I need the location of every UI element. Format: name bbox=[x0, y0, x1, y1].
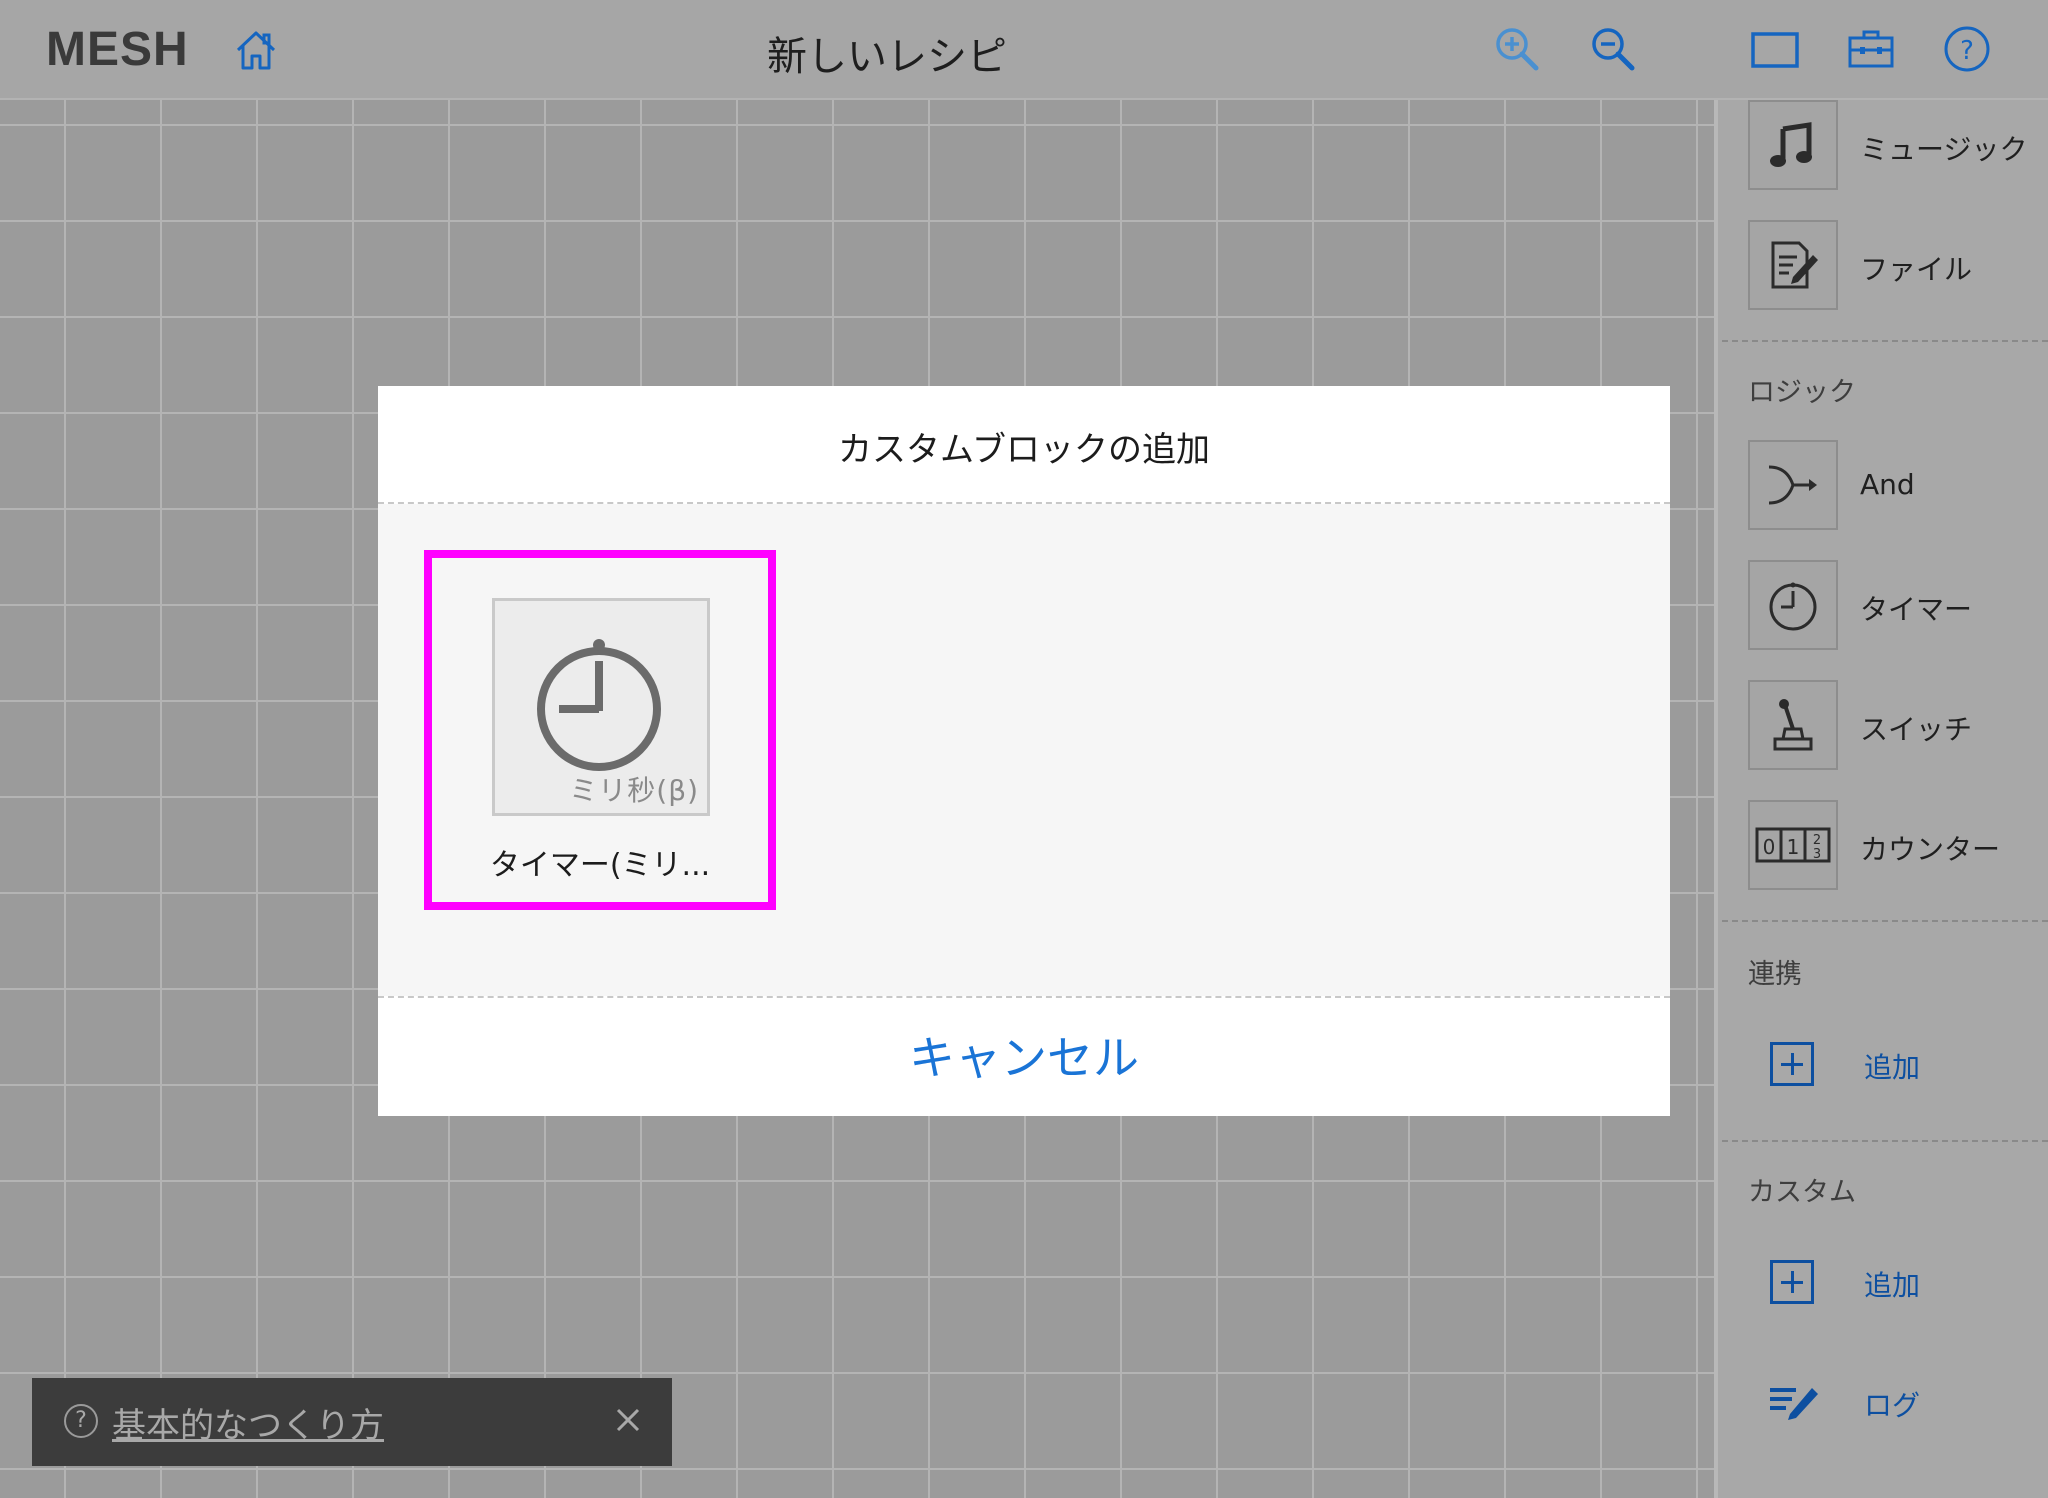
zoom-out-icon[interactable] bbox=[1586, 22, 1640, 76]
timer-icon bbox=[1748, 560, 1838, 650]
add-integration-label: 追加 bbox=[1864, 1051, 1921, 1084]
custom-block-timer-ms[interactable]: ミリ秒(β) タイマー(ミリ... bbox=[424, 550, 776, 910]
add-custom-button[interactable]: 追加 bbox=[1770, 1260, 2030, 1320]
add-integration-button[interactable]: 追加 bbox=[1770, 1042, 2030, 1102]
zoom-in-icon[interactable] bbox=[1490, 22, 1544, 76]
log-label: ログ bbox=[1864, 1389, 1921, 1422]
dialog-header: カスタムブロックの追加 bbox=[378, 386, 1670, 504]
palette-item-timer[interactable]: タイマー bbox=[1748, 560, 2038, 654]
plus-icon bbox=[1770, 1260, 1814, 1304]
sidebar-divider bbox=[1722, 920, 2048, 922]
palette-item-label: ファイル bbox=[1860, 253, 1973, 286]
palette-item-counter[interactable]: 0 1 2 3 カウンター bbox=[1748, 800, 2038, 894]
help-toast: ? 基本的なつくり方 bbox=[32, 1378, 672, 1466]
palette-item-and[interactable]: And bbox=[1748, 440, 2038, 534]
section-title-integration: 連携 bbox=[1748, 959, 1802, 990]
help-circle-icon: ? bbox=[64, 1404, 98, 1438]
section-title-custom: カスタム bbox=[1748, 1177, 1856, 1208]
counter-digit: 2 bbox=[1813, 833, 1821, 848]
timer-icon bbox=[537, 639, 661, 771]
block-palette-sidebar: ミュージック ファイル ロジック And タイマー スイッチ 0 1 2 3 カ… bbox=[1714, 100, 2048, 1498]
counter-icon: 0 1 2 3 bbox=[1748, 800, 1838, 890]
add-custom-block-dialog: カスタムブロックの追加 ミリ秒(β) タイマー(ミリ... キャンセル bbox=[378, 386, 1670, 1116]
window-icon[interactable] bbox=[1748, 22, 1802, 76]
close-icon[interactable] bbox=[610, 1402, 646, 1438]
block-thumbnail: ミリ秒(β) bbox=[492, 598, 710, 816]
counter-digit: 1 bbox=[1787, 835, 1800, 859]
block-label: タイマー(ミリ... bbox=[489, 848, 711, 883]
section-title-logic: ロジック bbox=[1748, 377, 1856, 408]
palette-item-label: カウンター bbox=[1860, 833, 2001, 866]
palette-item-label: ミュージック bbox=[1860, 133, 2028, 166]
block-badge: ミリ秒(β) bbox=[569, 774, 699, 807]
svg-text:?: ? bbox=[1960, 36, 1974, 66]
music-note-icon bbox=[1748, 100, 1838, 190]
file-edit-icon bbox=[1748, 220, 1838, 310]
palette-item-file[interactable]: ファイル bbox=[1748, 220, 2038, 314]
cancel-button[interactable]: キャンセル bbox=[378, 1022, 1670, 1088]
help-icon[interactable]: ? bbox=[1940, 22, 1994, 76]
switch-lever-icon bbox=[1748, 680, 1838, 770]
palette-item-label: タイマー bbox=[1860, 593, 1973, 626]
palette-item-label: And bbox=[1860, 468, 1915, 501]
and-merge-icon bbox=[1748, 440, 1838, 530]
log-pen-icon bbox=[1770, 1388, 1818, 1420]
top-bar: MESH 新しいレシピ ? bbox=[0, 0, 2048, 100]
palette-item-switch[interactable]: スイッチ bbox=[1748, 680, 2038, 774]
add-custom-label: 追加 bbox=[1864, 1269, 1921, 1302]
plus-icon bbox=[1770, 1042, 1814, 1086]
palette-item-music[interactable]: ミュージック bbox=[1748, 100, 2038, 194]
counter-digit: 0 bbox=[1763, 835, 1776, 859]
sidebar-divider bbox=[1722, 340, 2048, 342]
palette-item-label: スイッチ bbox=[1860, 713, 1973, 746]
counter-digit: 3 bbox=[1813, 847, 1821, 862]
sidebar-divider bbox=[1722, 1140, 2048, 1142]
toolbox-icon[interactable] bbox=[1844, 22, 1898, 76]
dialog-title: カスタムブロックの追加 bbox=[838, 430, 1210, 470]
basic-guide-link[interactable]: 基本的なつくり方 bbox=[112, 1398, 384, 1447]
log-button[interactable]: ログ bbox=[1770, 1380, 2030, 1440]
dialog-footer: キャンセル bbox=[378, 996, 1670, 1116]
